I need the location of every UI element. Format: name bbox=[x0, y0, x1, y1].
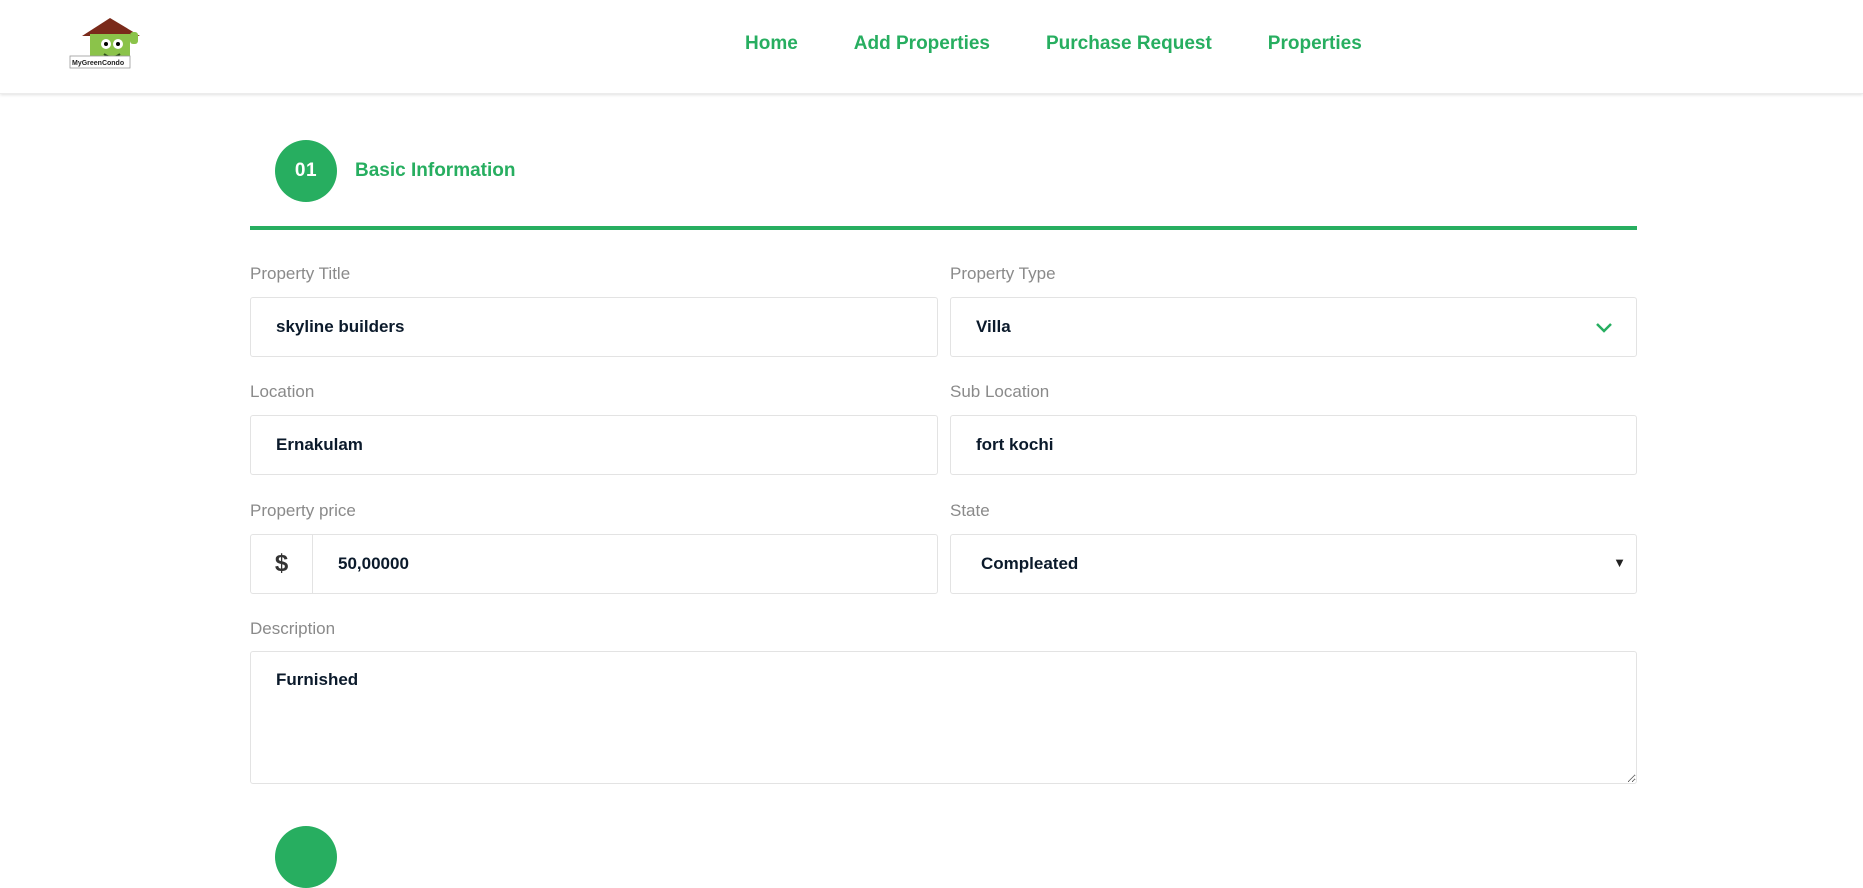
property-price-input[interactable] bbox=[251, 535, 937, 593]
property-type-value: Villa bbox=[976, 317, 1011, 336]
step-title: Basic Information bbox=[355, 160, 516, 181]
property-title-input[interactable] bbox=[251, 298, 937, 356]
property-price-label: Property price bbox=[250, 501, 356, 520]
location-label: Location bbox=[250, 382, 315, 401]
state-label: State bbox=[950, 501, 990, 520]
logo-text: MyGreenCondo bbox=[72, 60, 124, 67]
property-type-select[interactable]: Villa bbox=[950, 297, 1637, 357]
next-step-badge bbox=[275, 826, 337, 888]
caret-down-icon: ▼ bbox=[1613, 555, 1626, 570]
brand-logo[interactable]: MyGreenCondo bbox=[68, 16, 150, 72]
sub-location-label: Sub Location bbox=[950, 382, 1050, 401]
location-input[interactable] bbox=[251, 416, 937, 474]
step-header: 01 Basic Information bbox=[275, 140, 515, 202]
property-price-field-wrap: $ bbox=[250, 534, 938, 594]
chevron-down-icon bbox=[1596, 323, 1612, 333]
description-label: Description bbox=[250, 619, 336, 638]
state-value: Compleated bbox=[981, 554, 1079, 573]
property-title-field-wrap bbox=[250, 297, 938, 357]
property-type-label: Property Type bbox=[950, 264, 1056, 283]
nav-add-properties[interactable]: Add Properties bbox=[854, 33, 990, 55]
nav-properties[interactable]: Properties bbox=[1268, 33, 1362, 55]
state-select[interactable]: Compleated ▼ bbox=[950, 534, 1637, 594]
main-nav: Home Add Properties Purchase Request Pro… bbox=[745, 33, 1362, 55]
step-number-badge: 01 bbox=[275, 140, 337, 202]
property-title-label: Property Title bbox=[250, 264, 351, 283]
location-field-wrap bbox=[250, 415, 938, 475]
nav-purchase-request[interactable]: Purchase Request bbox=[1046, 33, 1212, 55]
step-divider bbox=[250, 226, 1637, 230]
dollar-icon: $ bbox=[251, 535, 313, 593]
description-textarea[interactable]: Furnished bbox=[250, 651, 1637, 784]
sub-location-input[interactable] bbox=[951, 416, 1636, 474]
nav-home[interactable]: Home bbox=[745, 33, 798, 55]
site-header: MyGreenCondo Home Add Properties Purchas… bbox=[0, 0, 1863, 94]
sub-location-field-wrap bbox=[950, 415, 1637, 475]
